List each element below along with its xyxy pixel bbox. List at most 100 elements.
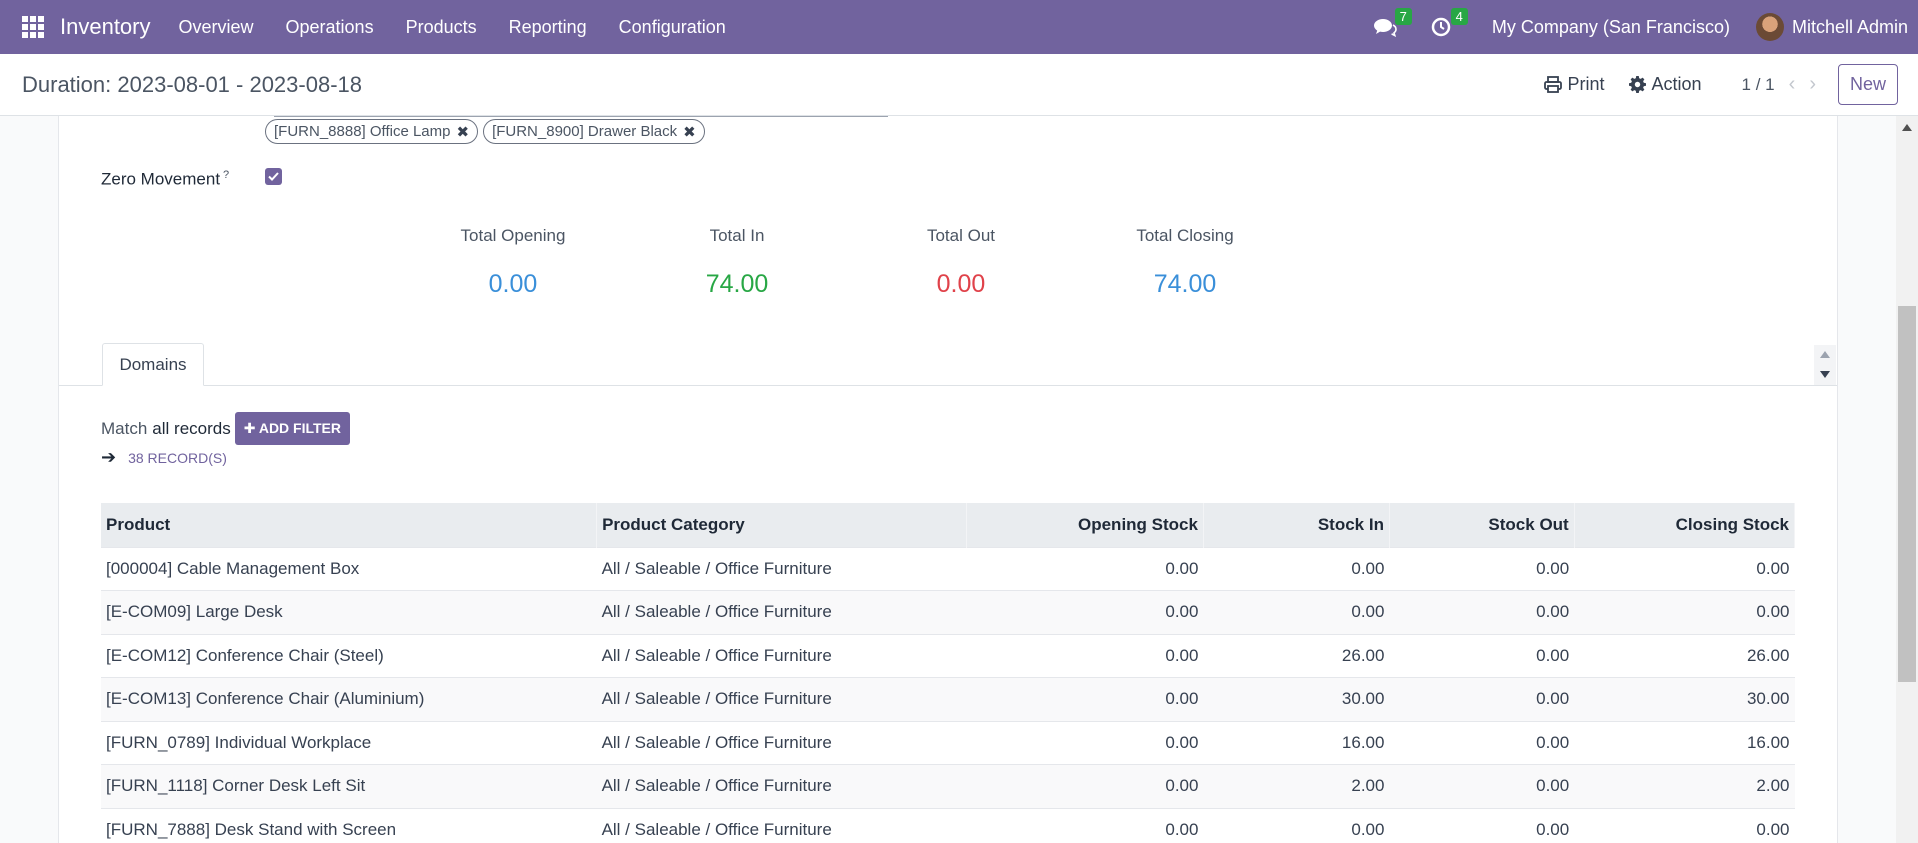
table-header-row: Product Product Category Opening Stock S…: [101, 503, 1796, 547]
product-tag: [FURN_8900] Drawer Black ✖: [483, 119, 705, 144]
activities-button[interactable]: 4: [1428, 8, 1468, 40]
table-row[interactable]: [FURN_1118] Corner Desk Left Sit All / S…: [101, 764, 1795, 808]
cell-product: [E-COM09] Large Desk: [101, 590, 597, 634]
column-stock-out[interactable]: Stock Out: [1389, 503, 1575, 547]
cell-opening: 0.00: [966, 807, 1204, 843]
cell-closing: 0.00: [1574, 590, 1795, 634]
scrollbar-thumb[interactable]: [1898, 306, 1916, 682]
cell-out: 0.00: [1389, 633, 1575, 678]
cell-in: 26.00: [1203, 633, 1390, 678]
table-row[interactable]: [000004] Cable Management Box All / Sale…: [101, 546, 1795, 591]
menu-operations[interactable]: Operations: [286, 17, 374, 38]
action-label: Action: [1651, 74, 1702, 94]
match-prefix: Match: [101, 418, 148, 438]
cell-category: All / Saleable / Office Furniture: [596, 764, 967, 808]
app-brand[interactable]: Inventory: [60, 14, 151, 40]
company-switcher[interactable]: My Company (San Francisco): [1492, 17, 1730, 38]
cell-category: All / Saleable / Office Furniture: [596, 633, 967, 678]
cell-opening: 0.00: [966, 590, 1204, 634]
cell-in: 30.00: [1203, 677, 1390, 721]
menu-products[interactable]: Products: [406, 17, 477, 38]
tags-field-underline: [274, 116, 888, 117]
pager-next-icon[interactable]: ›: [1809, 73, 1816, 96]
user-menu[interactable]: Mitchell Admin: [1792, 17, 1908, 38]
action-button[interactable]: Action: [1628, 74, 1702, 95]
column-opening-stock[interactable]: Opening Stock: [966, 503, 1204, 547]
cell-closing: 0.00: [1574, 807, 1795, 843]
cell-category: All / Saleable / Office Furniture: [596, 590, 967, 634]
total-opening-label: Total Opening: [460, 226, 566, 245]
records-count: 38 RECORD(S): [128, 449, 227, 466]
cell-category: All / Saleable / Office Furniture: [596, 546, 967, 591]
messages-button[interactable]: 7: [1372, 8, 1412, 40]
help-tooltip-icon[interactable]: ?: [223, 169, 229, 181]
menu-configuration[interactable]: Configuration: [619, 17, 726, 38]
print-label: Print: [1567, 74, 1605, 94]
messages-badge: 7: [1394, 8, 1412, 25]
menu-overview[interactable]: Overview: [179, 17, 254, 38]
user-avatar[interactable]: [1755, 13, 1784, 41]
cell-opening: 0.00: [966, 764, 1204, 808]
cell-closing: 26.00: [1574, 633, 1795, 678]
printer-icon: [1543, 76, 1562, 93]
cell-out: 0.00: [1389, 677, 1575, 721]
total-out-label: Total Out: [926, 226, 996, 245]
arrow-right-icon: ➔: [101, 447, 117, 467]
top-navbar: Inventory Overview Operations Products R…: [0, 0, 1918, 54]
cell-product: [FURN_0789] Individual Workplace: [101, 720, 597, 765]
remove-tag-icon[interactable]: ✖: [456, 123, 469, 141]
column-closing-stock[interactable]: Closing Stock: [1574, 503, 1796, 547]
product-tag: [FURN_8888] Office Lamp ✖: [265, 119, 479, 144]
apps-menu-icon[interactable]: [22, 16, 44, 38]
activities-badge: 4: [1450, 8, 1468, 25]
cell-opening: 0.00: [966, 720, 1204, 765]
cell-opening: 0.00: [966, 677, 1204, 721]
scroll-down-icon[interactable]: [1820, 371, 1830, 378]
clock-icon: [1431, 17, 1451, 37]
column-product[interactable]: Product: [101, 503, 598, 547]
table-row[interactable]: [E-COM12] Conference Chair (Steel) All /…: [101, 633, 1795, 678]
table-row[interactable]: [E-COM09] Large Desk All / Saleable / Of…: [101, 590, 1795, 634]
cell-closing: 30.00: [1574, 677, 1795, 721]
cell-category: All / Saleable / Office Furniture: [596, 807, 967, 843]
records-link[interactable]: ➔ 38 RECORD(S): [101, 447, 227, 468]
plus-icon: ✚: [243, 420, 259, 436]
total-in-label: Total In: [709, 226, 765, 245]
pager-previous-icon[interactable]: ‹: [1789, 73, 1796, 96]
cell-product: [000004] Cable Management Box: [101, 546, 597, 591]
new-button[interactable]: New: [1837, 64, 1898, 105]
product-tag-label: [FURN_8888] Office Lamp: [274, 123, 451, 140]
table-row[interactable]: [E-COM13] Conference Chair (Aluminium) A…: [101, 677, 1795, 721]
zero-movement-label: Zero Movement?: [101, 169, 229, 190]
pager-value[interactable]: 1 / 1: [1742, 75, 1775, 95]
cell-product: [E-COM12] Conference Chair (Steel): [101, 633, 597, 678]
form-sheet: [FURN_8888] Office Lamp ✖ [FURN_8900] Dr…: [58, 116, 1838, 843]
table-row[interactable]: [FURN_7888] Desk Stand with Screen All /…: [101, 807, 1795, 843]
add-filter-button[interactable]: ✚ ADD FILTER: [234, 412, 351, 445]
product-tags: [FURN_8888] Office Lamp ✖ [FURN_8900] Dr…: [265, 119, 705, 144]
tab-domains[interactable]: Domains: [102, 343, 204, 386]
page-scrollbar[interactable]: [1896, 116, 1918, 843]
scroll-up-arrow-icon[interactable]: [1902, 124, 1912, 131]
tab-scroller[interactable]: [1814, 345, 1836, 385]
cell-closing: 2.00: [1574, 764, 1795, 808]
menu-reporting[interactable]: Reporting: [509, 17, 587, 38]
total-in: Total In 74.00: [637, 226, 837, 299]
column-product-category[interactable]: Product Category: [596, 503, 967, 547]
checkmark-icon: [268, 172, 279, 181]
scroll-up-icon[interactable]: [1820, 351, 1830, 358]
stock-table: Product Product Category Opening Stock S…: [101, 503, 1796, 843]
control-panel: Duration: 2023-08-01 - 2023-08-18 Print …: [0, 54, 1918, 116]
column-stock-in[interactable]: Stock In: [1203, 503, 1390, 547]
cell-opening: 0.00: [966, 546, 1204, 591]
total-opening: Total Opening 0.00: [413, 226, 613, 299]
print-button[interactable]: Print: [1543, 74, 1605, 95]
remove-tag-icon[interactable]: ✖: [683, 123, 696, 141]
table-row[interactable]: [FURN_0789] Individual Workplace All / S…: [101, 720, 1795, 765]
cell-product: [E-COM13] Conference Chair (Aluminium): [101, 677, 597, 721]
total-closing: Total Closing 74.00: [1085, 226, 1285, 299]
product-tag-label: [FURN_8900] Drawer Black: [492, 123, 678, 140]
total-out-value: 0.00: [936, 270, 986, 298]
zero-movement-checkbox[interactable]: [265, 168, 282, 185]
zero-movement-text: Zero Movement: [101, 169, 221, 189]
